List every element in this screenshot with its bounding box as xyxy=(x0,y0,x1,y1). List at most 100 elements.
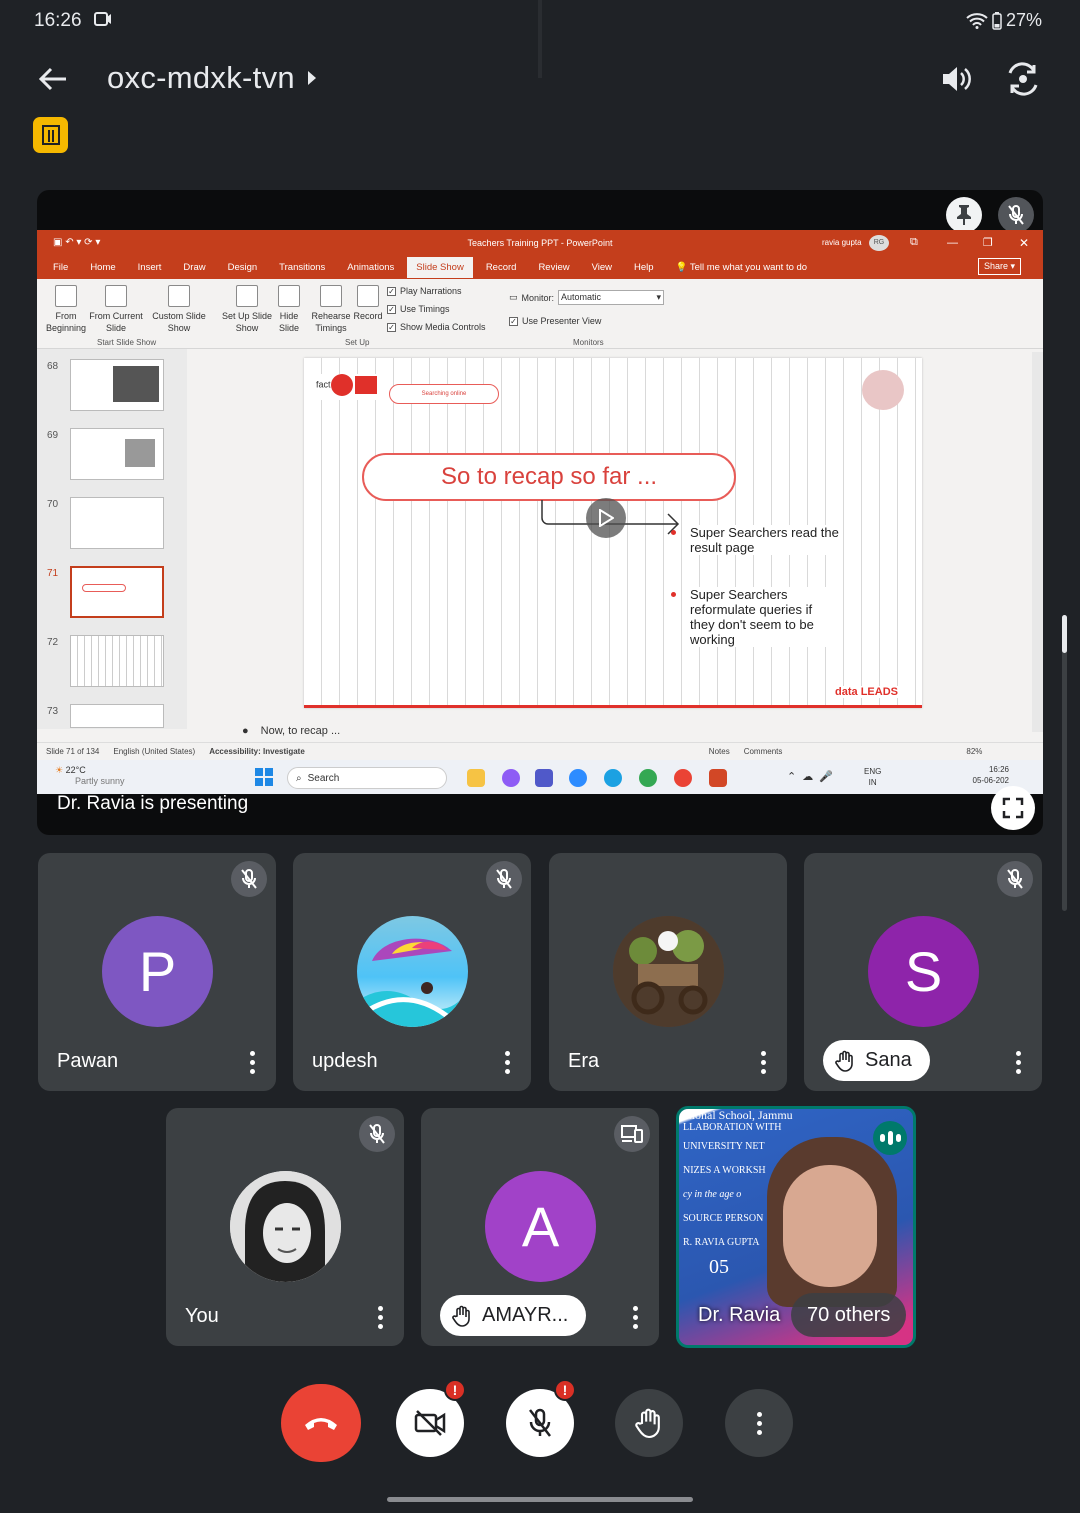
quick-access-toolbar: ▣ ↶ ▾ ⟳ ▾ xyxy=(53,237,101,248)
comments-toggle[interactable]: Comments xyxy=(744,747,783,756)
tab-view[interactable]: View xyxy=(592,262,612,273)
participant-tile[interactable]: updesh xyxy=(293,853,531,1091)
speaker-volume-icon[interactable] xyxy=(938,62,972,96)
tab-record[interactable]: Record xyxy=(486,262,517,273)
meeting-info-badge[interactable] xyxy=(33,117,68,153)
participant-tile[interactable]: P Pawan xyxy=(38,853,276,1091)
weather-widget[interactable]: ☀ 22°C Partly sunny xyxy=(55,765,125,787)
taskbar-search[interactable]: ⌕ Search xyxy=(287,767,447,789)
page-scroll-indicator[interactable] xyxy=(1062,615,1067,911)
copilot-icon[interactable] xyxy=(502,769,520,787)
monitor-dropdown[interactable]: Automatic ▾ xyxy=(558,290,665,305)
close-icon[interactable]: ✕ xyxy=(1019,236,1029,250)
zoom-level[interactable]: 82% xyxy=(966,747,982,756)
tab-help[interactable]: Help xyxy=(634,262,654,273)
tab-insert[interactable]: Insert xyxy=(138,262,162,273)
camera-hinge xyxy=(538,0,542,78)
switch-camera-icon[interactable] xyxy=(1006,62,1040,96)
teams-icon[interactable] xyxy=(535,769,553,787)
avatar-initial: A xyxy=(521,1195,560,1258)
more-actions-button[interactable] xyxy=(725,1389,793,1457)
more-options-button[interactable] xyxy=(1008,1047,1028,1077)
chrome-icon[interactable] xyxy=(639,769,657,787)
participant-tile[interactable]: S Sana xyxy=(804,853,1042,1091)
bullet-dot-icon: ● xyxy=(242,725,249,737)
participant-tile[interactable]: A AMAYR... xyxy=(421,1108,659,1346)
slide-scrollbar[interactable] xyxy=(1032,352,1043,732)
accessibility-status[interactable]: Accessibility: Investigate xyxy=(209,747,305,756)
pin-button[interactable] xyxy=(946,197,982,233)
mic-off-icon xyxy=(529,1408,551,1437)
system-tray-icons[interactable]: ⌃☁🎤 xyxy=(787,770,839,783)
self-tile[interactable]: You xyxy=(166,1108,404,1346)
more-options-button[interactable] xyxy=(370,1302,390,1332)
tell-me-search[interactable]: 💡 Tell me what you want to do xyxy=(676,262,808,273)
share-button[interactable]: Share ▾ xyxy=(978,258,1022,275)
rehearse-icon xyxy=(320,285,342,307)
data-leads-logo: data LEADS xyxy=(835,686,898,698)
mic-off-icon xyxy=(369,1124,385,1144)
camera-off-button[interactable]: ! xyxy=(396,1379,466,1457)
slide-thumbnail[interactable] xyxy=(70,704,164,728)
from-current-button[interactable]: From Current Slide xyxy=(89,285,143,334)
more-options-button[interactable] xyxy=(242,1047,262,1077)
powerpoint-icon[interactable] xyxy=(709,769,727,787)
slide-thumbnail[interactable] xyxy=(70,497,164,549)
slide-thumbnail-selected[interactable] xyxy=(70,566,164,618)
more-options-button[interactable] xyxy=(497,1047,517,1077)
windows-start-icon[interactable] xyxy=(255,768,273,786)
participant-tile[interactable]: Era xyxy=(549,853,787,1091)
tab-slide-show[interactable]: Slide Show xyxy=(407,256,473,278)
notes-toggle[interactable]: Notes xyxy=(709,747,730,756)
home-gesture-bar[interactable] xyxy=(387,1497,693,1502)
tab-review[interactable]: Review xyxy=(538,262,569,273)
back-arrow-icon[interactable] xyxy=(36,62,70,96)
restore-icon[interactable]: ❐ xyxy=(983,236,993,249)
edge-icon[interactable] xyxy=(604,769,622,787)
monitor-value: Automatic xyxy=(561,292,602,302)
monitor-selector[interactable]: ▭ Monitor: Automatic ▾ xyxy=(509,290,665,305)
meeting-title[interactable]: oxc-mdxk-tvn xyxy=(107,60,317,96)
play-narrations-checkbox[interactable]: ✓ Play Narrations xyxy=(387,286,462,296)
tab-home[interactable]: Home xyxy=(90,262,115,273)
setup-show-button[interactable]: Set Up Slide Show xyxy=(221,285,273,334)
chrome-profile-icon[interactable] xyxy=(674,769,692,787)
presenter-view-checkbox[interactable]: ✓ Use Presenter View xyxy=(509,316,601,326)
hide-slide-button[interactable]: Hide Slide xyxy=(275,285,303,334)
more-options-button[interactable] xyxy=(753,1047,773,1077)
tab-transitions[interactable]: Transitions xyxy=(279,262,325,273)
input-language[interactable]: ENG IN xyxy=(864,766,881,788)
raise-hand-button[interactable] xyxy=(615,1389,683,1457)
tab-draw[interactable]: Draw xyxy=(183,262,205,273)
custom-show-button[interactable]: Custom Slide Show xyxy=(149,285,209,334)
banner-line: ational School, Jammu xyxy=(683,1108,793,1122)
slide-thumbnail[interactable] xyxy=(70,359,164,411)
from-beginning-button[interactable]: From Beginning xyxy=(43,285,89,334)
play-icon[interactable] xyxy=(586,498,626,538)
mic-off-button[interactable]: ! xyxy=(506,1379,576,1457)
devices-icon xyxy=(621,1125,643,1143)
minimize-icon[interactable]: — xyxy=(947,237,958,249)
presenter-video-tile[interactable]: ational School, Jammu LLABORATION WITH U… xyxy=(676,1106,916,1348)
slide-thumbnail[interactable] xyxy=(70,428,164,480)
tab-design[interactable]: Design xyxy=(228,262,258,273)
zoom-icon[interactable] xyxy=(569,769,587,787)
fullscreen-icon xyxy=(1002,797,1024,819)
others-count-pill[interactable]: 70 others xyxy=(791,1293,907,1337)
slide-thumbnail[interactable] xyxy=(70,635,164,687)
use-timings-checkbox[interactable]: ✓ Use Timings xyxy=(387,304,450,314)
ribbon-display-icon[interactable]: ⧉ xyxy=(910,236,918,249)
taskbar-clock[interactable]: 16:26 05-06-202 xyxy=(957,764,1009,786)
end-call-button[interactable] xyxy=(281,1384,361,1462)
thumb-number: 72 xyxy=(47,637,59,648)
more-options-button[interactable] xyxy=(625,1302,645,1332)
tab-file[interactable]: File xyxy=(53,262,68,273)
show-media-checkbox[interactable]: ✓ Show Media Controls xyxy=(387,322,486,332)
fullscreen-button[interactable] xyxy=(991,786,1035,830)
record-button[interactable]: Record xyxy=(351,285,385,322)
rehearse-button[interactable]: Rehearse Timings xyxy=(311,285,351,334)
tab-animations[interactable]: Animations xyxy=(347,262,394,273)
file-explorer-icon[interactable] xyxy=(467,769,485,787)
presentation-tile[interactable]: ▣ ↶ ▾ ⟳ ▾ Teachers Training PPT - PowerP… xyxy=(37,190,1043,835)
mic-muted-badge xyxy=(359,1116,395,1152)
